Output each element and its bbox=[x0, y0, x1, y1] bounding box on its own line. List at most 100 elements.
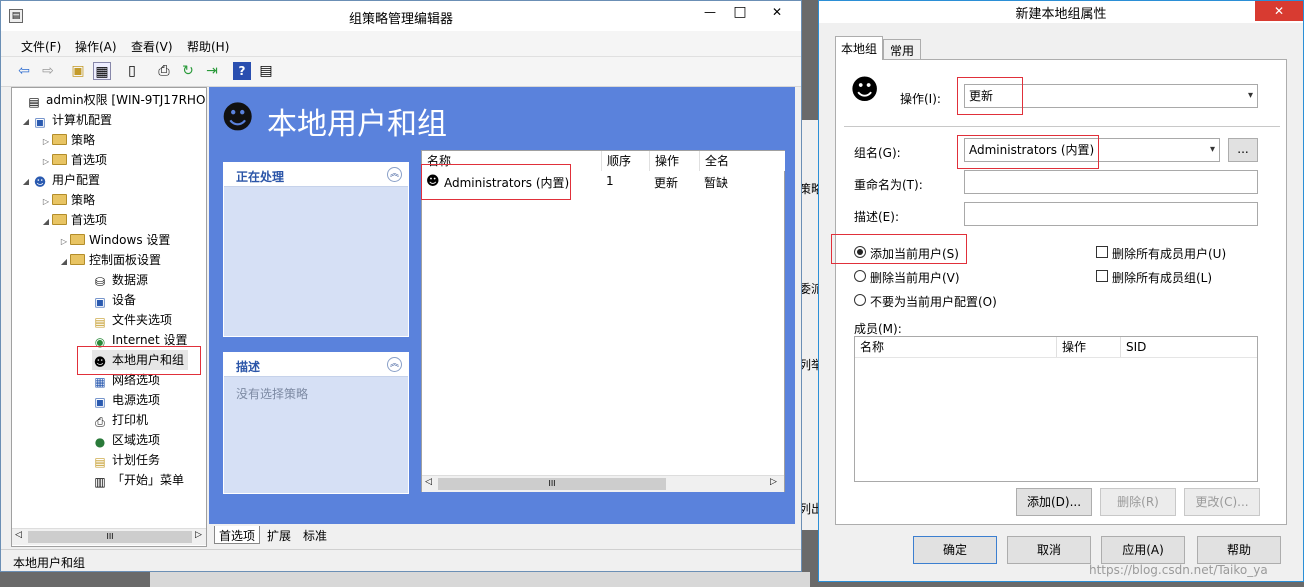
help-button[interactable]: 帮助 bbox=[1197, 536, 1281, 564]
expanded-triangle-icon[interactable]: ◢ bbox=[58, 252, 70, 272]
tree-item-root[interactable]: ▤ admin权限 [WIN-9TJ17RHOU bbox=[14, 90, 206, 110]
export-icon[interactable]: ⇥ bbox=[203, 62, 221, 80]
column-action[interactable]: 操作 bbox=[650, 151, 700, 171]
browse-button[interactable]: ... bbox=[1228, 138, 1258, 162]
tree-item-computer-preferences[interactable]: ▷ 首选项 bbox=[40, 150, 107, 170]
checkbox-delete-member-users-label[interactable]: 删除所有成员用户(U) bbox=[1112, 245, 1226, 262]
tree-item-start-menu[interactable]: ▥ 「开始」菜单 bbox=[92, 470, 184, 490]
scroll-right-icon[interactable]: ▷ bbox=[770, 477, 777, 487]
list-item[interactable]: ☻ Administrators (内置) 1 更新 暂缺 bbox=[422, 171, 784, 193]
tree-item-power-options[interactable]: ▣ 电源选项 bbox=[92, 390, 160, 410]
add-member-button[interactable]: 添加(D)... bbox=[1016, 488, 1092, 516]
tree-item-user-policy[interactable]: ▷ 策略 bbox=[40, 190, 95, 210]
tab-local-group[interactable]: 本地组 bbox=[835, 36, 884, 60]
forward-arrow-icon[interactable]: ⇨ bbox=[39, 62, 57, 80]
maximize-button[interactable]: □ bbox=[727, 3, 753, 23]
scroll-left-icon[interactable]: ◁ bbox=[15, 530, 22, 540]
tab-preferences[interactable]: 首选项 bbox=[214, 526, 261, 544]
tree-item-network-options[interactable]: ▦ 网络选项 bbox=[92, 370, 160, 390]
members-list: 名称 操作 SID bbox=[854, 336, 1258, 482]
group-name-dropdown[interactable]: Administrators (内置) ▾ bbox=[964, 138, 1220, 162]
minimize-button[interactable]: — bbox=[695, 3, 725, 23]
tab-standard[interactable]: 标准 bbox=[299, 526, 331, 544]
action-label: 操作(I): bbox=[900, 92, 941, 106]
column-name[interactable]: 名称 bbox=[422, 151, 602, 171]
folder-icon bbox=[70, 234, 85, 245]
action-dropdown[interactable]: 更新 ▾ bbox=[964, 84, 1258, 108]
members-column-name[interactable]: 名称 bbox=[855, 337, 1057, 357]
menu-help[interactable]: 帮助(H) bbox=[187, 38, 229, 55]
print-icon[interactable]: ⎙ bbox=[155, 62, 173, 80]
tab-extended[interactable]: 扩展 bbox=[263, 526, 295, 544]
column-order[interactable]: 顺序 bbox=[602, 151, 650, 171]
tree-item-local-users-groups[interactable]: ☻ 本地用户和组 bbox=[92, 350, 189, 370]
checkbox-delete-member-users[interactable] bbox=[1096, 246, 1108, 258]
change-member-button[interactable]: 更改(C)... bbox=[1184, 488, 1260, 516]
dialog-close-button[interactable]: ✕ bbox=[1255, 1, 1303, 21]
expanded-triangle-icon[interactable]: ◢ bbox=[20, 172, 32, 192]
tree-item-user-config[interactable]: ◢ ☻ 用户配置 bbox=[20, 170, 100, 190]
remove-member-button[interactable]: 删除(R) bbox=[1100, 488, 1176, 516]
ok-button[interactable]: 确定 bbox=[913, 536, 997, 564]
expanded-triangle-icon[interactable]: ◢ bbox=[40, 212, 52, 232]
radio-remove-current-user-label[interactable]: 删除当前用户(V) bbox=[870, 269, 960, 286]
checkbox-delete-member-groups[interactable] bbox=[1096, 270, 1108, 282]
properties-icon[interactable]: ▤ bbox=[257, 62, 275, 80]
description-input[interactable] bbox=[964, 202, 1258, 226]
cancel-button[interactable]: 取消 bbox=[1007, 536, 1091, 564]
rename-input[interactable] bbox=[964, 170, 1258, 194]
apply-button[interactable]: 应用(A) bbox=[1101, 536, 1185, 564]
expanded-triangle-icon[interactable]: ◢ bbox=[20, 112, 32, 132]
checkbox-delete-member-groups-label[interactable]: 删除所有成员组(L) bbox=[1112, 269, 1212, 286]
radio-add-current-user-label[interactable]: 添加当前用户(S) bbox=[870, 245, 959, 262]
globe-icon: ● bbox=[94, 435, 106, 449]
radio-do-not-configure-label[interactable]: 不要为当前用户配置(O) bbox=[870, 293, 997, 310]
collapsed-triangle-icon[interactable]: ▷ bbox=[58, 232, 70, 252]
tree-item-computer-policy[interactable]: ▷ 策略 bbox=[40, 130, 95, 150]
collapsed-triangle-icon[interactable]: ▷ bbox=[40, 192, 52, 212]
column-fullname[interactable]: 全名 bbox=[700, 151, 785, 171]
tree-item-devices[interactable]: ▣ 设备 bbox=[92, 290, 136, 310]
show-hide-tree-icon[interactable]: ▦ bbox=[93, 62, 111, 80]
back-arrow-icon[interactable]: ⇦ bbox=[15, 62, 33, 80]
tree-item-control-panel[interactable]: ◢ 控制面板设置 bbox=[58, 250, 161, 270]
dialog-title-bar[interactable]: 新建本地组属性 ✕ bbox=[819, 1, 1303, 23]
tree-item-regional-options[interactable]: ● 区域选项 bbox=[92, 430, 160, 450]
processing-panel: 正在处理 ︽ bbox=[223, 162, 409, 337]
scroll-thumb[interactable]: III bbox=[28, 531, 192, 543]
tree-item-windows-settings[interactable]: ▷ Windows 设置 bbox=[58, 230, 170, 250]
clipboard-icon[interactable]: ▯ bbox=[123, 62, 141, 80]
menu-file[interactable]: 文件(F) bbox=[21, 38, 61, 55]
tree-item-internet-settings[interactable]: ◉ Internet 设置 bbox=[92, 330, 188, 350]
radio-remove-current-user[interactable] bbox=[854, 270, 866, 282]
scroll-left-icon[interactable]: ◁ bbox=[425, 477, 432, 487]
tree-item-scheduled-tasks[interactable]: ▤ 计划任务 bbox=[92, 450, 160, 470]
collapse-chevron-icon[interactable]: ︽ bbox=[387, 357, 402, 372]
help-icon[interactable]: ? bbox=[233, 62, 251, 80]
radio-do-not-configure[interactable] bbox=[854, 294, 866, 306]
refresh-icon[interactable]: ↻ bbox=[179, 62, 197, 80]
scroll-thumb[interactable]: III bbox=[438, 478, 666, 490]
collapsed-triangle-icon[interactable]: ▷ bbox=[40, 132, 52, 152]
radio-add-current-user[interactable] bbox=[854, 246, 866, 258]
tree-item-printers[interactable]: ⎙ 打印机 bbox=[92, 410, 148, 430]
close-button[interactable]: ✕ bbox=[757, 3, 797, 23]
members-column-sid[interactable]: SID bbox=[1121, 337, 1257, 357]
tree-item-user-preferences[interactable]: ◢ 首选项 bbox=[40, 210, 107, 230]
list-horizontal-scrollbar[interactable]: ◁ III ▷ bbox=[422, 475, 784, 492]
title-bar[interactable]: ▤ 组策略管理编辑器 — □ ✕ bbox=[1, 1, 801, 31]
tree-horizontal-scrollbar[interactable]: ◁ III ▷ bbox=[12, 528, 206, 545]
tree-item-data-sources[interactable]: ⛁ 数据源 bbox=[92, 270, 148, 290]
tree-item-computer-config[interactable]: ◢ ▣ 计算机配置 bbox=[20, 110, 112, 130]
members-column-action[interactable]: 操作 bbox=[1057, 337, 1121, 357]
scroll-right-icon[interactable]: ▷ bbox=[195, 530, 202, 540]
menu-action[interactable]: 操作(A) bbox=[75, 38, 117, 55]
collapsed-triangle-icon[interactable]: ▷ bbox=[40, 152, 52, 172]
tree-item-folder-options[interactable]: ▤ 文件夹选项 bbox=[92, 310, 172, 330]
collapse-chevron-icon[interactable]: ︽ bbox=[387, 167, 402, 182]
tab-common[interactable]: 常用 bbox=[883, 39, 922, 59]
description-text: 没有选择策略 bbox=[236, 387, 309, 401]
menu-view[interactable]: 查看(V) bbox=[131, 38, 173, 55]
up-folder-icon[interactable]: ▣ bbox=[69, 62, 87, 80]
device-icon: ▣ bbox=[94, 295, 106, 309]
